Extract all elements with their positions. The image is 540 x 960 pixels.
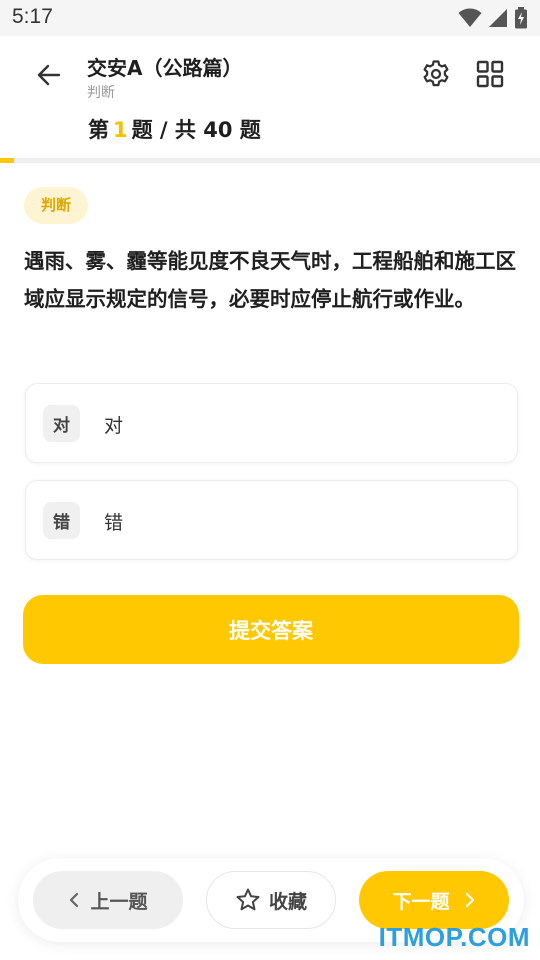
question-text: 遇雨、雾、霾等能见度不良天气时，工程船舶和施工区域应显示规定的信号，必要时应停止… — [24, 249, 516, 311]
option-false[interactable]: 错 错 — [25, 480, 518, 560]
favorite-button[interactable]: 收藏 — [206, 871, 336, 929]
next-question-button[interactable]: 下一题 — [359, 871, 509, 929]
option-key: 错 — [43, 502, 80, 539]
chevron-left-icon — [70, 892, 79, 908]
prev-question-button[interactable]: 上一题 — [33, 871, 183, 929]
counter-current: 1 — [113, 118, 128, 142]
progress-fill — [0, 158, 14, 163]
question-counter: 第1题 / 共 40 题 — [88, 114, 261, 144]
question-grid-button[interactable] — [472, 56, 508, 92]
option-label: 对 — [104, 415, 124, 437]
status-time: 5:17 — [12, 5, 53, 28]
option-key: 对 — [43, 405, 80, 442]
option-label: 错 — [104, 512, 124, 534]
watermark: ITMOP.COM — [378, 922, 530, 952]
back-arrow-icon — [37, 64, 61, 86]
next-label: 下一题 — [392, 890, 450, 913]
option-true[interactable]: 对 对 — [25, 383, 518, 463]
back-button[interactable] — [30, 56, 68, 94]
page-subtitle: 判断 — [87, 85, 115, 101]
favorite-label: 收藏 — [268, 890, 307, 913]
grid-icon — [476, 60, 504, 88]
counter-suffix: 题 / 共 40 题 — [131, 118, 261, 142]
gear-icon — [423, 60, 449, 87]
star-icon — [236, 888, 260, 911]
question-type-badge: 判断 — [24, 187, 89, 224]
header: 交安A（公路篇） 判断 第1题 / 共 40 题 — [0, 36, 540, 160]
settings-button[interactable] — [418, 56, 454, 92]
chevron-right-icon — [465, 892, 474, 908]
submit-answer-button[interactable]: 提交答案 — [23, 595, 519, 664]
page-title: 交安A（公路篇） — [87, 56, 243, 80]
status-bar: 5:17 — [0, 0, 540, 36]
counter-prefix: 第 — [88, 118, 109, 142]
prev-label: 上一题 — [90, 890, 148, 913]
status-icons — [458, 6, 528, 30]
signal-icon — [489, 9, 507, 27]
battery-icon — [515, 7, 527, 29]
wifi-icon — [458, 8, 482, 27]
progress-bar — [0, 158, 540, 163]
